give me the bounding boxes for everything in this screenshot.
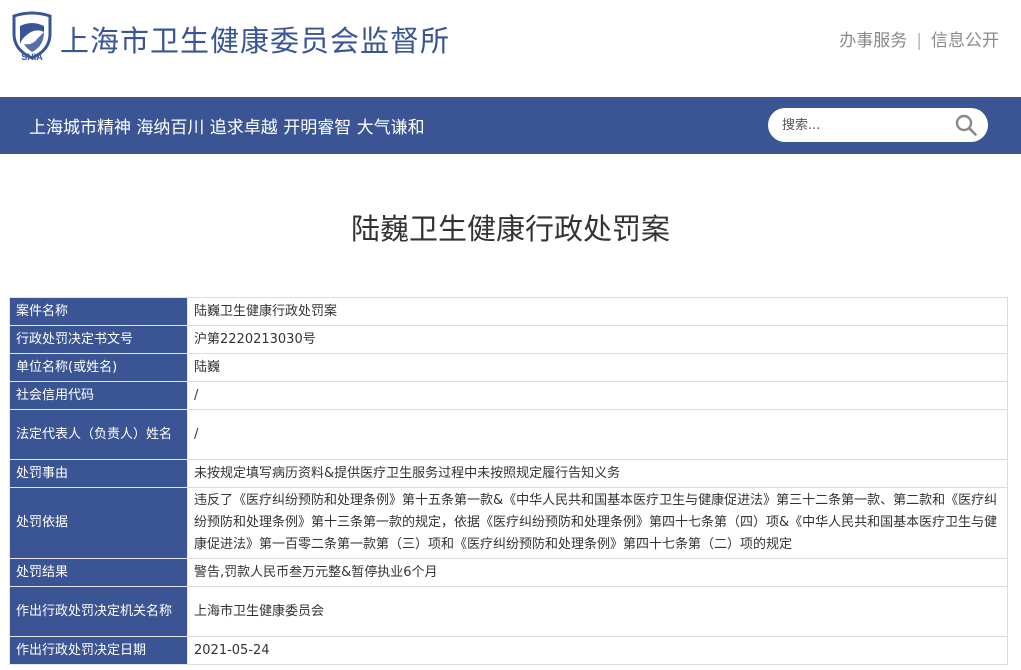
row-value: 未按规定填写病历资料&提供医疗卫生服务过程中未按照规定履行告知义务 [187,459,1008,488]
banner-bar: 上海城市精神 海纳百川 追求卓越 开明睿智 大气谦和 [0,97,1021,154]
row-label: 作出行政处罚决定机关名称 [9,586,188,637]
row-label: 作出行政处罚决定日期 [9,636,188,665]
top-links: 办事服务 | 信息公开 [839,26,999,51]
row-value: 警告,罚款人民币叁万元整&暂停执业6个月 [187,558,1008,587]
row-value: / [187,381,1008,410]
top-header: SHIA 上海市卫生健康委员会监督所 办事服务 | 信息公开 [0,0,1021,97]
row-value: 沪第2220213030号 [187,325,1008,354]
row-label: 单位名称(或姓名) [9,353,188,382]
table-row: 作出行政处罚决定机关名称 上海市卫生健康委员会 [9,586,1008,637]
table-row: 处罚依据 违反了《医疗纠纷预防和处理条例》第十五条第一款&《中华人民共和国基本医… [9,487,1008,559]
row-label: 行政处罚决定书文号 [9,325,188,354]
table-row: 单位名称(或姓名) 陆巍 [9,353,1008,382]
search-icon[interactable] [954,113,978,137]
case-info-table: 案件名称 陆巍卫生健康行政处罚案 行政处罚决定书文号 沪第2220213030号… [9,297,1008,665]
row-label: 处罚事由 [9,459,188,488]
row-value: 陆巍卫生健康行政处罚案 [187,297,1008,326]
table-row: 作出行政处罚决定日期 2021-05-24 [9,636,1008,665]
row-label: 社会信用代码 [9,381,188,410]
city-slogan: 上海城市精神 海纳百川 追求卓越 开明睿智 大气谦和 [29,118,425,138]
row-label: 处罚结果 [9,558,188,587]
page-title: 陆巍卫生健康行政处罚案 [350,212,670,246]
row-value: / [187,409,1008,460]
row-value: 2021-05-24 [187,636,1008,665]
table-row: 案件名称 陆巍卫生健康行政处罚案 [9,297,1008,326]
shield-logo-icon: SHIA [12,11,52,62]
table-row: 处罚结果 警告,罚款人民币叁万元整&暂停执业6个月 [9,558,1008,587]
table-row: 社会信用代码 / [9,381,1008,410]
site-title[interactable]: 上海市卫生健康委员会监督所 [60,18,450,60]
row-value: 上海市卫生健康委员会 [187,586,1008,637]
site-logo[interactable]: SHIA [6,10,58,62]
row-value: 违反了《医疗纠纷预防和处理条例》第十五条第一款&《中华人民共和国基本医疗卫生与健… [187,487,1008,559]
search-input[interactable] [782,115,942,135]
table-row: 法定代表人（负责人）姓名 / [9,409,1008,460]
table-row: 行政处罚决定书文号 沪第2220213030号 [9,325,1008,354]
row-label: 处罚依据 [9,487,188,559]
link-services[interactable]: 办事服务 [839,31,907,51]
link-info-disclosure[interactable]: 信息公开 [931,31,999,51]
row-label: 案件名称 [9,297,188,326]
search-box [768,108,988,142]
logo-text: SHIA [21,52,43,62]
table-row: 处罚事由 未按规定填写病历资料&提供医疗卫生服务过程中未按照规定履行告知义务 [9,459,1008,488]
row-label: 法定代表人（负责人）姓名 [9,409,188,460]
row-value: 陆巍 [187,353,1008,382]
link-separator: | [916,31,922,51]
